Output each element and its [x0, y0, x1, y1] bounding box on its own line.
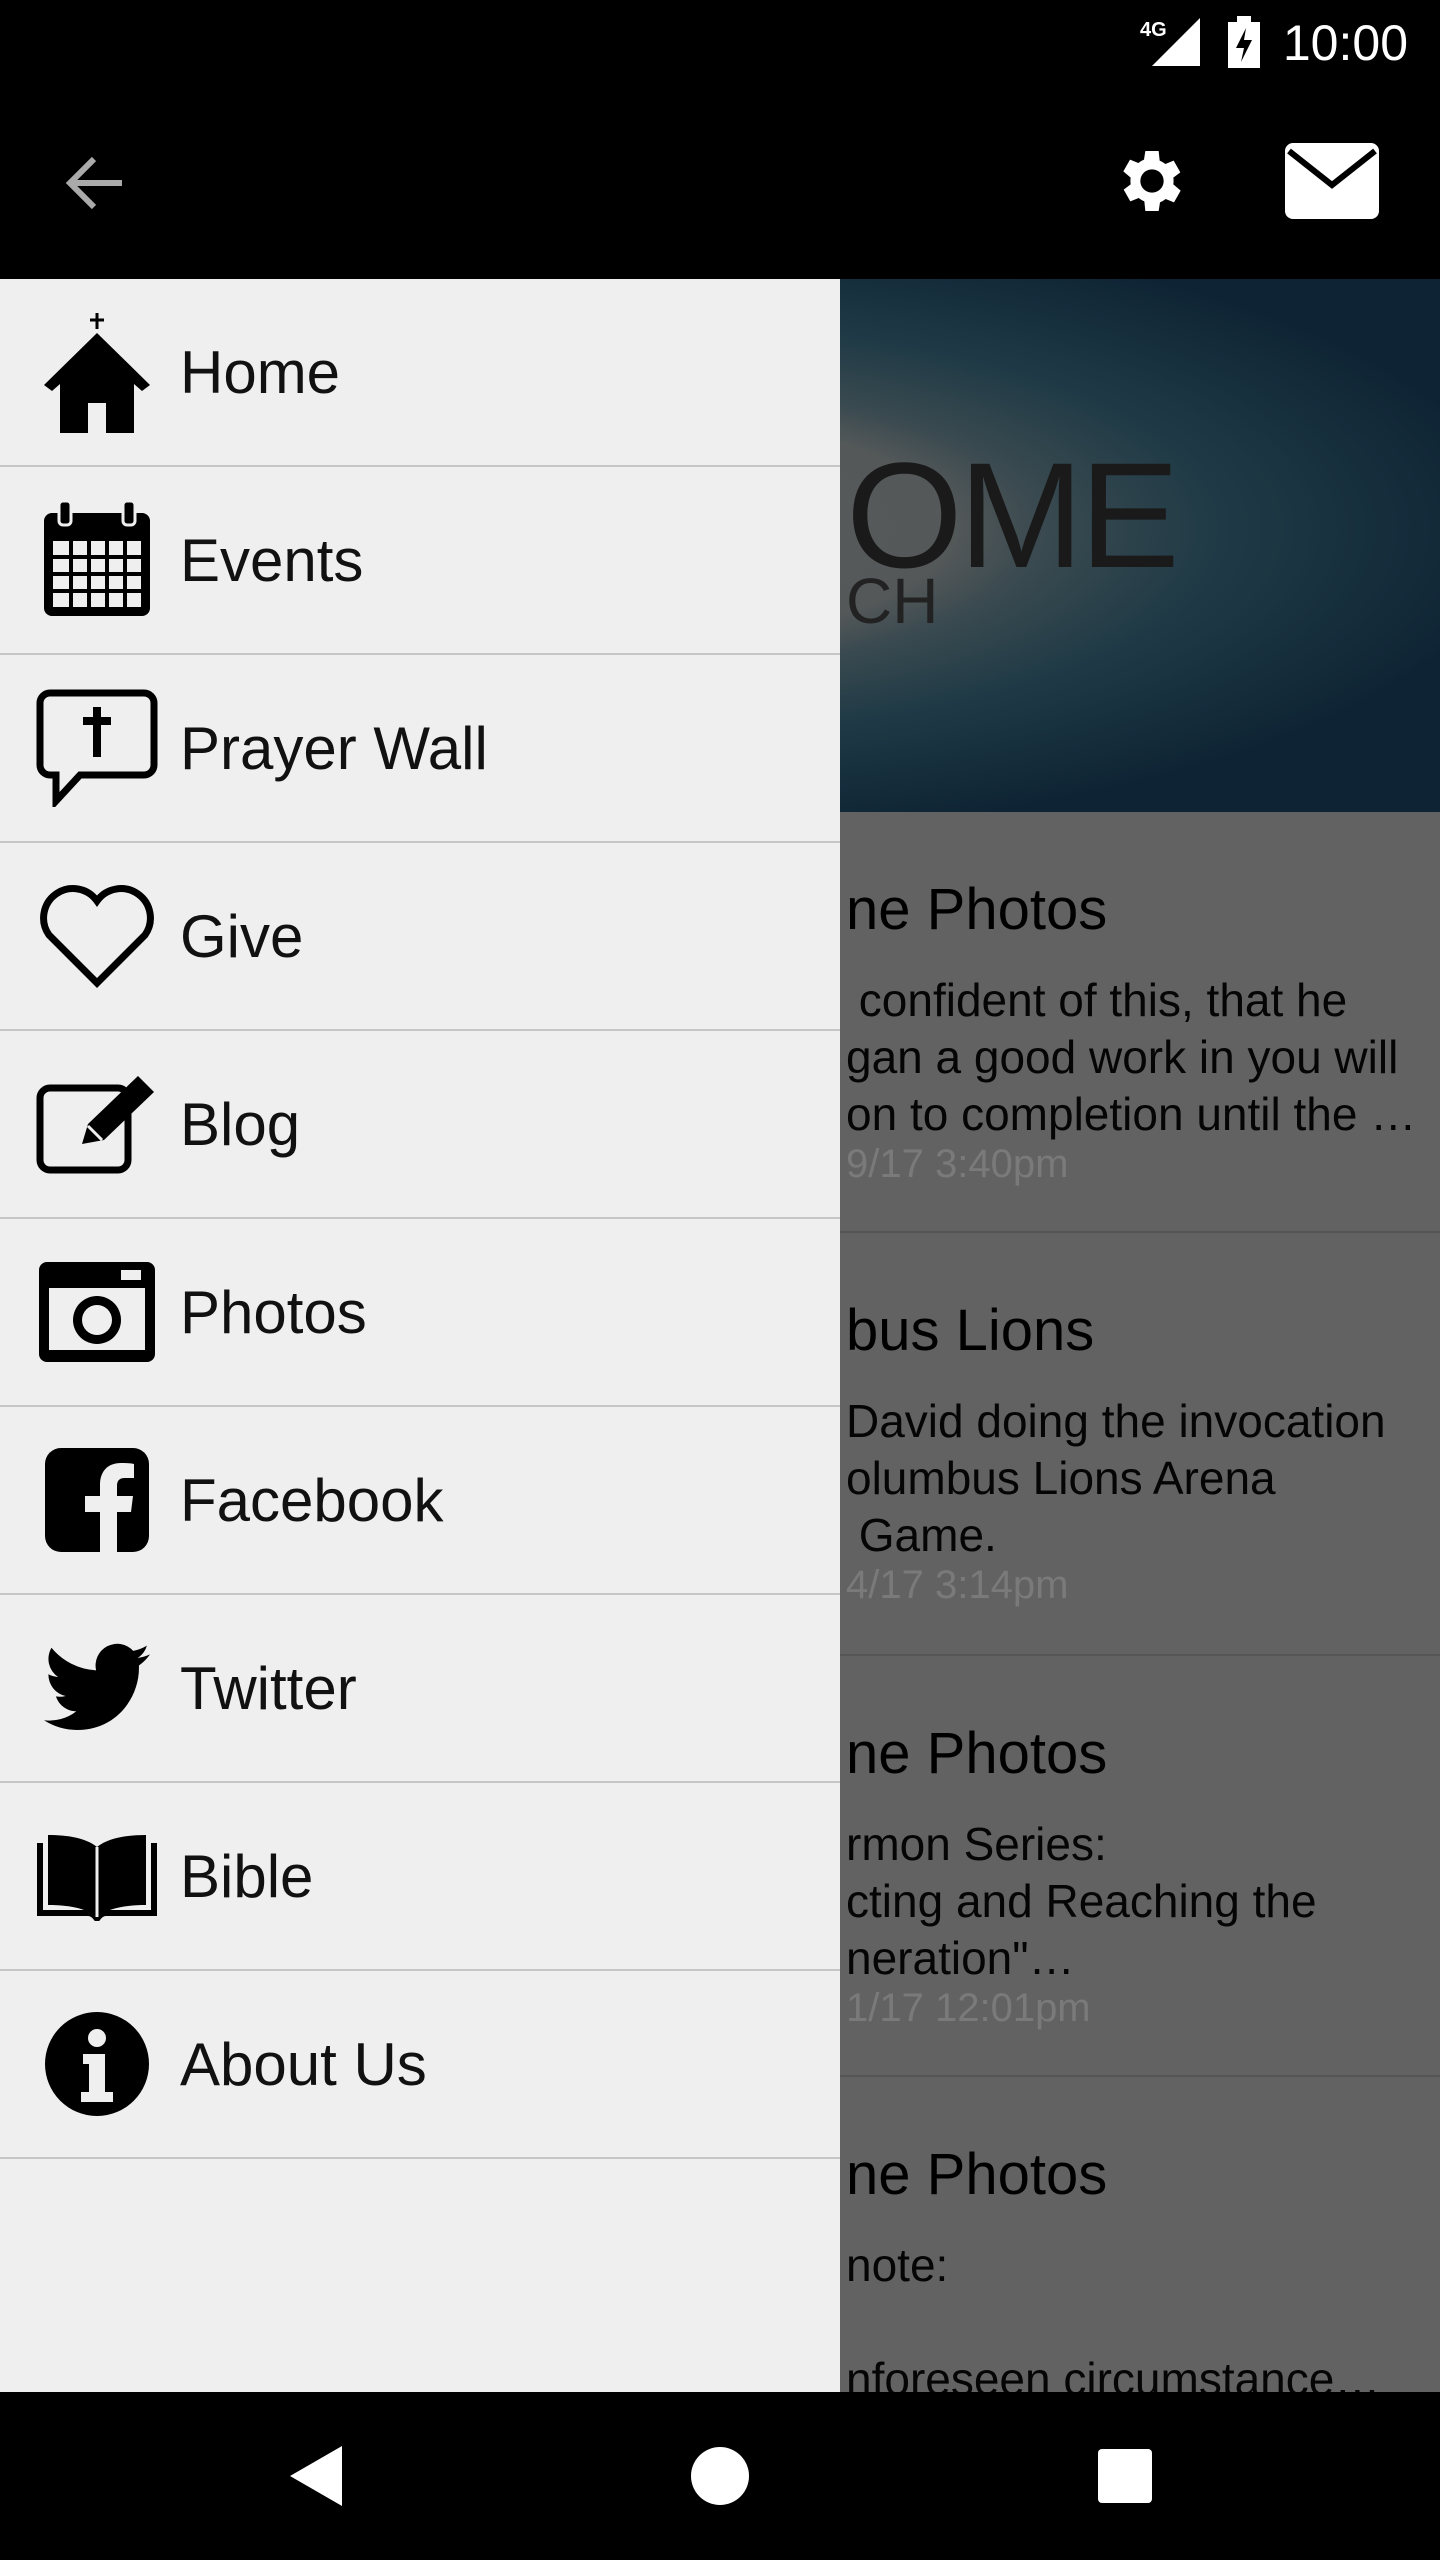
drawer-item-home[interactable]: Home: [0, 279, 840, 467]
navigation-drawer: Home Events Prayer Wall Give Blog Photos…: [0, 279, 840, 2392]
feed-body: David doing the invocation olumbus Lions…: [846, 1395, 1386, 1561]
drawer-item-label: Twitter: [180, 1654, 357, 1722]
feed-date: 1/17 12:01pm: [846, 1986, 1091, 2030]
twitter-icon: [44, 1643, 150, 1730]
edit-pencil-icon: [36, 1076, 154, 1174]
feed-date: 9/17 3:40pm: [846, 1142, 1069, 1186]
drawer-item-facebook[interactable]: Facebook: [0, 1407, 840, 1595]
drawer-item-give[interactable]: Give: [0, 843, 840, 1031]
drawer-item-blog[interactable]: Blog: [0, 1031, 840, 1219]
feed-date: 4/17 3:14pm: [846, 1563, 1069, 1607]
drawer-item-label: Facebook: [180, 1466, 444, 1534]
envelope-icon[interactable]: [1285, 143, 1379, 219]
info-icon: [45, 2012, 149, 2116]
drawer-item-label: Home: [180, 338, 341, 406]
drawer-item-prayer-wall[interactable]: Prayer Wall: [0, 655, 840, 843]
hero-subtitle: CH: [846, 565, 939, 637]
feed-body: note: nforeseen circumstance…: [846, 2239, 1381, 2392]
drawer-item-events[interactable]: Events: [0, 467, 840, 655]
open-book-icon: [37, 1835, 157, 1921]
nav-back-icon[interactable]: [288, 2446, 344, 2506]
feed-title: ne Photos: [846, 877, 1108, 942]
heart-icon: [40, 885, 154, 988]
battery-charging-icon: [1228, 16, 1260, 68]
gear-icon[interactable]: [1112, 141, 1192, 221]
drawer-item-label: Blog: [180, 1090, 301, 1158]
clock: 10:00: [1282, 15, 1408, 71]
facebook-icon: [45, 1448, 149, 1552]
drawer-item-label: Bible: [180, 1842, 314, 1910]
drawer-item-photos[interactable]: Photos: [0, 1219, 840, 1407]
cross-speech-bubble-icon: [36, 689, 158, 807]
camera-icon: [39, 1262, 155, 1362]
feed-body: confident of this, that he gan a good wo…: [846, 974, 1417, 1140]
feed-title: ne Photos: [846, 1721, 1108, 1786]
arrow-back-icon[interactable]: [62, 153, 126, 213]
drawer-item-label: Photos: [180, 1278, 367, 1346]
church-home-icon: [44, 313, 150, 433]
calendar-icon: [44, 501, 150, 616]
drawer-item-label: Prayer Wall: [180, 714, 488, 782]
feed-title: ne Photos: [846, 2142, 1108, 2207]
drawer-item-label: About Us: [180, 2030, 427, 2098]
drawer-item-label: Give: [180, 902, 304, 970]
nav-recents-icon[interactable]: [1098, 2449, 1152, 2503]
svg-text:4G: 4G: [1140, 19, 1167, 41]
system-nav-bar: [0, 2392, 1440, 2560]
feed-body: rmon Series: cting and Reaching the nera…: [846, 1818, 1317, 1984]
status-bar: 4G 10:00: [0, 0, 1440, 85]
nav-home-icon[interactable]: [690, 2446, 750, 2506]
feed-title: bus Lions: [846, 1298, 1095, 1363]
drawer-item-label: Events: [180, 526, 364, 594]
drawer-item-twitter[interactable]: Twitter: [0, 1595, 840, 1783]
drawer-item-bible[interactable]: Bible: [0, 1783, 840, 1971]
network-signal-icon: 4G: [1140, 18, 1200, 66]
toolbar: [0, 85, 1440, 279]
drawer-item-about-us[interactable]: About Us: [0, 1971, 840, 2159]
